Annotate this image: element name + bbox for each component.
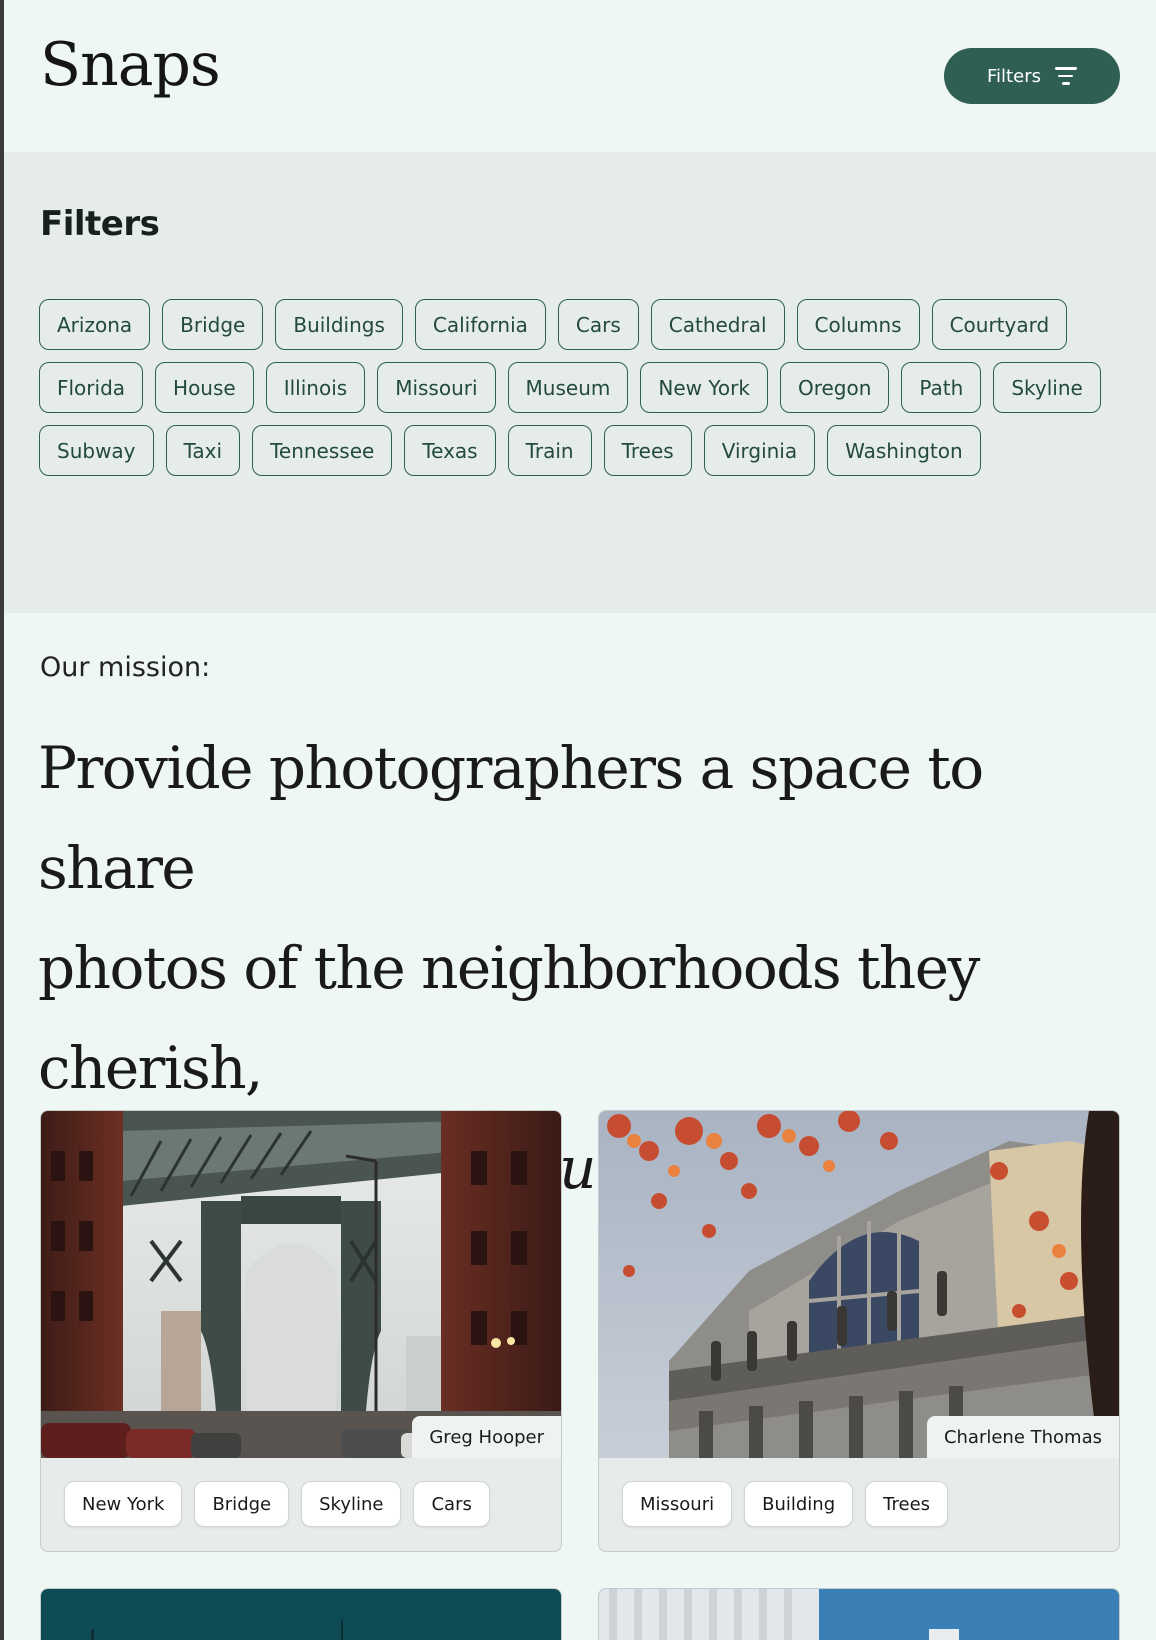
card-tag-list: New York Bridge Skyline Cars — [41, 1458, 561, 1527]
filters-button-label: Filters — [987, 65, 1041, 87]
photo-card[interactable] — [40, 1588, 562, 1640]
filter-chip-cars[interactable]: Cars — [557, 299, 639, 350]
filter-panel: Filters Arizona Bridge Buildings Califor… — [4, 152, 1156, 613]
filter-chip-columns[interactable]: Columns — [796, 299, 920, 350]
photo-bridge-street[interactable]: Greg Hooper — [41, 1111, 561, 1458]
mission-line: photos of the neighborhoods they cherish… — [38, 934, 980, 1102]
filter-chip-arizona[interactable]: Arizona — [39, 299, 151, 350]
card-tag[interactable]: Bridge — [194, 1481, 290, 1527]
photo-image — [599, 1111, 1119, 1458]
filter-chip-museum[interactable]: Museum — [507, 362, 629, 413]
filter-chip-virginia[interactable]: Virginia — [703, 425, 816, 476]
photographer-credit[interactable]: Greg Hooper — [412, 1416, 561, 1458]
filter-chip-cathedral[interactable]: Cathedral — [650, 299, 785, 350]
card-tag-list: Missouri Building Trees — [599, 1458, 1119, 1527]
brand-logo[interactable]: Snaps — [40, 30, 221, 100]
filter-chip-california[interactable]: California — [414, 299, 546, 350]
photo-image — [41, 1111, 561, 1458]
mission-line: Provide photographers a space to share — [38, 734, 984, 902]
filter-chip-taxi[interactable]: Taxi — [165, 425, 241, 476]
card-tag[interactable]: Building — [744, 1481, 854, 1527]
site-header: Snaps Filters — [0, 0, 1156, 152]
filter-chip-train[interactable]: Train — [507, 425, 592, 476]
photo-card[interactable]: Greg Hooper New York Bridge Skyline Cars — [40, 1110, 562, 1552]
photo-museum-building[interactable]: Charlene Thomas — [599, 1111, 1119, 1458]
mission-label: Our mission: — [40, 652, 211, 683]
filter-chip-tennessee[interactable]: Tennessee — [252, 425, 393, 476]
card-tag[interactable]: Missouri — [622, 1481, 733, 1527]
filter-icon — [1054, 67, 1077, 85]
photo-card[interactable] — [598, 1588, 1120, 1640]
photographer-credit[interactable]: Charlene Thomas — [926, 1416, 1119, 1458]
filter-chip-illinois[interactable]: Illinois — [265, 362, 366, 413]
card-tag[interactable]: Cars — [413, 1481, 490, 1527]
card-tag[interactable]: New York — [64, 1481, 183, 1527]
filter-chip-subway[interactable]: Subway — [39, 425, 154, 476]
filter-chip-path[interactable]: Path — [901, 362, 982, 413]
filter-chip-buildings[interactable]: Buildings — [275, 299, 403, 350]
filter-chip-texas[interactable]: Texas — [404, 425, 496, 476]
filter-chip-row: Arizona Bridge Buildings California Cars… — [39, 299, 1101, 350]
filter-chip-house[interactable]: House — [155, 362, 254, 413]
filter-chip-row: Florida House Illinois Missouri Museum N… — [39, 362, 1101, 413]
photo-card[interactable]: Charlene Thomas Missouri Building Trees — [598, 1110, 1120, 1552]
filter-chip-trees[interactable]: Trees — [603, 425, 692, 476]
filter-chip-missouri[interactable]: Missouri — [377, 362, 496, 413]
filters-button[interactable]: Filters — [944, 48, 1120, 104]
filter-chip-washington[interactable]: Washington — [827, 425, 981, 476]
card-tag[interactable]: Trees — [865, 1481, 949, 1527]
filter-chip-courtyard[interactable]: Courtyard — [931, 299, 1068, 350]
filter-chip-row: Subway Taxi Tennessee Texas Train Trees … — [39, 425, 1101, 476]
filter-chip-florida[interactable]: Florida — [39, 362, 144, 413]
card-tag[interactable]: Skyline — [301, 1481, 402, 1527]
photo-image — [599, 1589, 1119, 1640]
photo-image — [41, 1589, 561, 1640]
filter-chip-bridge[interactable]: Bridge — [162, 299, 264, 350]
filter-chip-new-york[interactable]: New York — [640, 362, 768, 413]
filter-chip-list: Arizona Bridge Buildings California Cars… — [39, 299, 1101, 488]
filter-panel-title: Filters — [40, 204, 160, 244]
filter-chip-skyline[interactable]: Skyline — [993, 362, 1101, 413]
filter-chip-oregon[interactable]: Oregon — [779, 362, 890, 413]
